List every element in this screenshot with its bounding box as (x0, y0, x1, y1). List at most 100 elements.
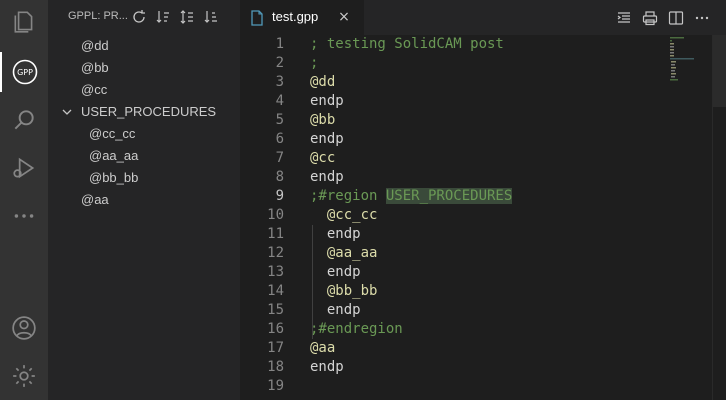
run-debug-icon[interactable] (0, 148, 48, 188)
chevron-down-icon[interactable] (61, 106, 73, 118)
code-text: endp (310, 226, 361, 242)
code-line: 11 endp (240, 225, 726, 244)
line-number: 15 (267, 302, 284, 318)
settings-gear-icon[interactable] (0, 356, 48, 396)
tree-item[interactable]: @cc (48, 79, 240, 101)
tree-item-label: @aa_aa (89, 148, 139, 163)
line-number: 11 (267, 226, 284, 242)
gpp-icon[interactable]: GPP (0, 52, 48, 92)
code-editor[interactable]: 1 ; testing SolidCAM post 2; 3 @dd 4 endp 5… (240, 35, 726, 400)
code-text: endp (310, 131, 344, 147)
more-icon[interactable] (0, 196, 48, 236)
svg-text:GPP: GPP (17, 68, 33, 77)
line-number: 4 (275, 93, 284, 109)
code-text: ;#region USER_PROCEDURES (310, 187, 513, 206)
line-number: 18 (267, 359, 284, 375)
code-line: 4 endp (240, 92, 726, 111)
code-line: 1 ; testing SolidCAM post (240, 35, 726, 54)
tree-item-group[interactable]: USER_PROCEDURES (48, 101, 240, 123)
code-line-current: 9 ;#region USER_PROCEDURES (240, 187, 726, 206)
tree-item[interactable]: @bb_bb (48, 167, 240, 189)
tab-test-gpp[interactable]: test.gpp × (240, 0, 364, 35)
refresh-icon[interactable] (130, 8, 148, 26)
line-number: 17 (267, 340, 284, 356)
code-text: endp (310, 169, 344, 185)
line-number: 10 (267, 207, 284, 223)
code-line: 7 @cc (240, 149, 726, 168)
tree-item-label: @cc_cc (89, 126, 136, 141)
code-text: ;#endregion (310, 321, 403, 337)
tree-item[interactable]: @aa (48, 189, 240, 211)
tree-item[interactable]: @cc_cc (48, 123, 240, 145)
line-number: 5 (275, 112, 284, 128)
code-line: 16 ;#endregion (240, 320, 726, 339)
code-text: endp (310, 264, 361, 280)
sort-ascending-icon[interactable] (154, 8, 172, 26)
sort-lines-icon[interactable] (178, 8, 196, 26)
account-icon[interactable] (0, 308, 48, 348)
file-icon (251, 10, 263, 26)
procedure-tree: @dd @bb @cc USER_PROCEDURES @cc_cc @aa_a… (48, 35, 240, 211)
print-icon[interactable] (640, 8, 660, 28)
code-text: ; (310, 55, 319, 71)
tab-bar: test.gpp × (240, 0, 726, 35)
code-text: endp (310, 302, 361, 318)
tab-label: test.gpp (272, 9, 319, 24)
code-line: 5 @bb (240, 111, 726, 130)
line-number: 9 (275, 188, 284, 204)
tree-item-label: USER_PROCEDURES (81, 104, 217, 119)
minimap[interactable] (668, 35, 712, 85)
sort-descending-icon[interactable] (202, 8, 220, 26)
code-line: 8 endp (240, 168, 726, 187)
tree-item-label: @dd (81, 38, 109, 53)
line-number: 7 (275, 150, 284, 166)
code-line: 3 @dd (240, 73, 726, 92)
outline-toggle-icon[interactable] (614, 8, 634, 28)
code-line: 15 endp (240, 301, 726, 320)
tree-item-label: @bb_bb (89, 170, 139, 185)
code-text: ; testing SolidCAM post (310, 36, 504, 52)
region-marker: ;#region (310, 188, 386, 204)
code-line: 12 @aa_aa (240, 244, 726, 263)
tree-item-label: @bb (81, 60, 109, 75)
line-number: 19 (267, 378, 284, 394)
code-line: 17 @aa (240, 339, 726, 358)
line-number: 2 (275, 55, 284, 71)
code-text: @bb (310, 112, 336, 128)
activity-bar: GPP (0, 0, 48, 400)
code-line: 6 endp (240, 130, 726, 149)
code-text: endp (310, 359, 344, 375)
code-text: @dd (310, 74, 336, 90)
sidebar: GPPL: PR... @dd @bb @cc USER_PROCEDURES … (48, 0, 240, 400)
line-number: 8 (275, 169, 284, 185)
search-icon[interactable] (0, 100, 48, 140)
close-icon[interactable]: × (336, 9, 352, 25)
explorer-icon[interactable] (0, 2, 48, 42)
code-text: @bb_bb (310, 283, 378, 299)
tree-item[interactable]: @dd (48, 35, 240, 57)
code-line: 10 @cc_cc (240, 206, 726, 225)
code-text: @aa_aa (310, 245, 378, 261)
line-number: 3 (275, 74, 284, 90)
code-line: 18 endp (240, 358, 726, 377)
code-text: @aa (310, 340, 336, 356)
code-text: @cc_cc (310, 207, 378, 223)
code-line: 14 @bb_bb (240, 282, 726, 301)
sidebar-title: GPPL: PR... (68, 10, 128, 22)
code-line: 19 (240, 377, 726, 396)
sidebar-header: GPPL: PR... (48, 0, 240, 35)
line-number: 6 (275, 131, 284, 147)
line-number: 12 (267, 245, 284, 261)
scrollbar-thumb[interactable] (713, 35, 726, 107)
line-number: 13 (267, 264, 284, 280)
split-editor-icon[interactable] (666, 8, 686, 28)
line-number: 1 (275, 36, 284, 52)
line-number: 16 (267, 321, 284, 337)
more-actions-icon[interactable] (692, 8, 712, 28)
tree-item-label: @cc (81, 82, 108, 97)
tree-item[interactable]: @bb (48, 57, 240, 79)
tree-item-label: @aa (81, 192, 109, 207)
tree-item[interactable]: @aa_aa (48, 145, 240, 167)
code-line: 2; (240, 54, 726, 73)
highlighted-word: USER_PROCEDURES (385, 188, 513, 204)
